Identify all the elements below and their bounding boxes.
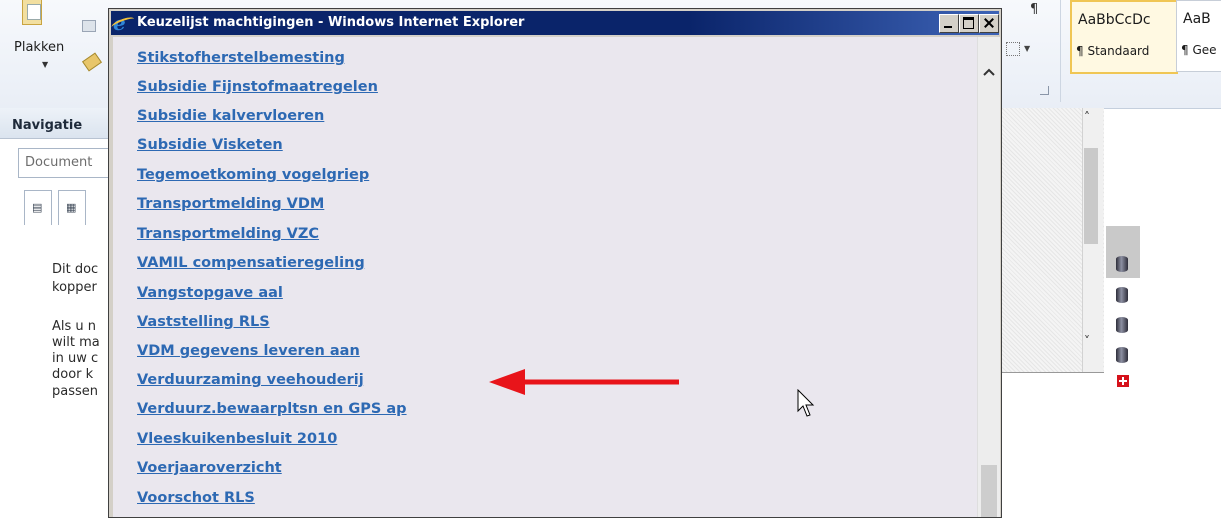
nav-text-line: Als u n	[52, 319, 97, 334]
nav-text-line: passen	[52, 384, 99, 399]
database-icon[interactable]	[1116, 347, 1128, 363]
popup-scrollbar[interactable]	[977, 37, 1000, 517]
window-title: Keuzelijst machtigingen - Windows Intern…	[137, 15, 525, 30]
mouse-cursor-icon	[797, 389, 815, 417]
database-icon[interactable]	[1116, 287, 1128, 303]
link-list: Stikstofherstelbemesting Subsidie Fijnst…	[113, 37, 977, 517]
tab-headings[interactable]: ▤	[24, 190, 52, 225]
tab-pages[interactable]: ▦	[58, 190, 86, 225]
paragraph-dialog-launcher-icon[interactable]	[1040, 86, 1049, 95]
navigation-search-input[interactable]: Document	[18, 148, 115, 178]
database-icon[interactable]	[1116, 256, 1128, 272]
nav-text-line: door k	[52, 367, 94, 382]
style-standaard[interactable]: AaBbCcDc ¶ Standaard	[1070, 0, 1178, 74]
search-placeholder: Document	[25, 155, 93, 170]
style-name: ¶ Gee	[1181, 43, 1217, 57]
paste-icon[interactable]	[22, 0, 42, 25]
nav-text-line: Dit doc	[52, 262, 99, 277]
navigation-pane: Navigatie Document ▤ ▦ Dit doc kopper Al…	[0, 108, 115, 516]
navigation-pane-header: Navigatie	[0, 108, 108, 139]
copy-icon[interactable]	[82, 20, 96, 32]
red-arrow-annotation	[489, 369, 679, 395]
popup-scrollbar-thumb[interactable]	[981, 465, 997, 517]
ribbon-separator	[1060, 0, 1061, 102]
link-item[interactable]: Voerjaaroverzicht	[137, 460, 282, 476]
nav-text-line: kopper	[52, 280, 97, 295]
link-item[interactable]: Subsidie Visketen	[137, 137, 283, 153]
add-icon[interactable]	[1117, 375, 1129, 387]
style-sample: AaB	[1183, 11, 1211, 27]
link-item[interactable]: Transportmelding VDM	[137, 196, 324, 212]
style-sample: AaBbCcDc	[1078, 12, 1151, 28]
link-item[interactable]: Transportmelding VZC	[137, 226, 319, 242]
window-titlebar[interactable]: e Keuzelijst machtigingen - Windows Inte…	[111, 11, 999, 35]
document-scrollbar-thumb[interactable]	[1084, 148, 1098, 244]
link-item[interactable]: Verduurzaming veehouderij	[137, 372, 364, 388]
paste-dropdown-icon[interactable]: ▼	[42, 60, 48, 69]
pages-icon: ▦	[66, 201, 77, 214]
show-formatting-icon[interactable]: ¶	[1030, 2, 1038, 17]
maximize-button[interactable]	[959, 14, 979, 33]
close-button[interactable]	[979, 14, 999, 33]
scroll-down-icon[interactable]: ˅	[1084, 334, 1090, 348]
link-item[interactable]: Tegemoetkoming vogelgriep	[137, 167, 369, 183]
link-item[interactable]: Subsidie kalvervloeren	[137, 108, 324, 124]
ie-popup-window: e Keuzelijst machtigingen - Windows Inte…	[108, 8, 1002, 518]
minimize-button[interactable]	[939, 14, 959, 33]
nav-text-line: wilt ma	[52, 335, 100, 350]
link-item-vdm-gegevens[interactable]: VDM gegevens leveren aan	[137, 343, 360, 359]
headings-icon: ▤	[32, 201, 43, 214]
borders-icon[interactable]	[1006, 42, 1020, 56]
link-item[interactable]: Voorschot RLS	[137, 490, 255, 506]
style-name: ¶ Standaard	[1076, 44, 1150, 58]
ie-logo-icon: e	[113, 13, 135, 33]
navigation-title: Navigatie	[12, 118, 83, 133]
link-item[interactable]: Subsidie Fijnstofmaatregelen	[137, 79, 378, 95]
link-item[interactable]: Stikstofherstelbemesting	[137, 50, 345, 66]
link-item[interactable]: Vangstopgave aal	[137, 285, 283, 301]
scroll-up-icon[interactable]: ˄	[1084, 110, 1090, 124]
link-item[interactable]: Verduurz.bewaarpltsn en GPS ap	[137, 401, 407, 417]
link-item[interactable]: VAMIL compensatieregeling	[137, 255, 365, 271]
paste-button-label[interactable]: Plakken	[14, 40, 64, 55]
link-item[interactable]: Vaststelling RLS	[137, 314, 270, 330]
nav-text-line: in uw c	[52, 351, 99, 366]
borders-dropdown-icon[interactable]: ▼	[1024, 44, 1030, 53]
link-item[interactable]: Vleeskuikenbesluit 2010	[137, 431, 337, 447]
database-icon[interactable]	[1116, 317, 1128, 333]
scroll-up-icon[interactable]	[982, 65, 996, 81]
format-painter-icon[interactable]	[82, 52, 102, 72]
style-geen-afstand[interactable]: AaB ¶ Gee	[1176, 0, 1221, 72]
